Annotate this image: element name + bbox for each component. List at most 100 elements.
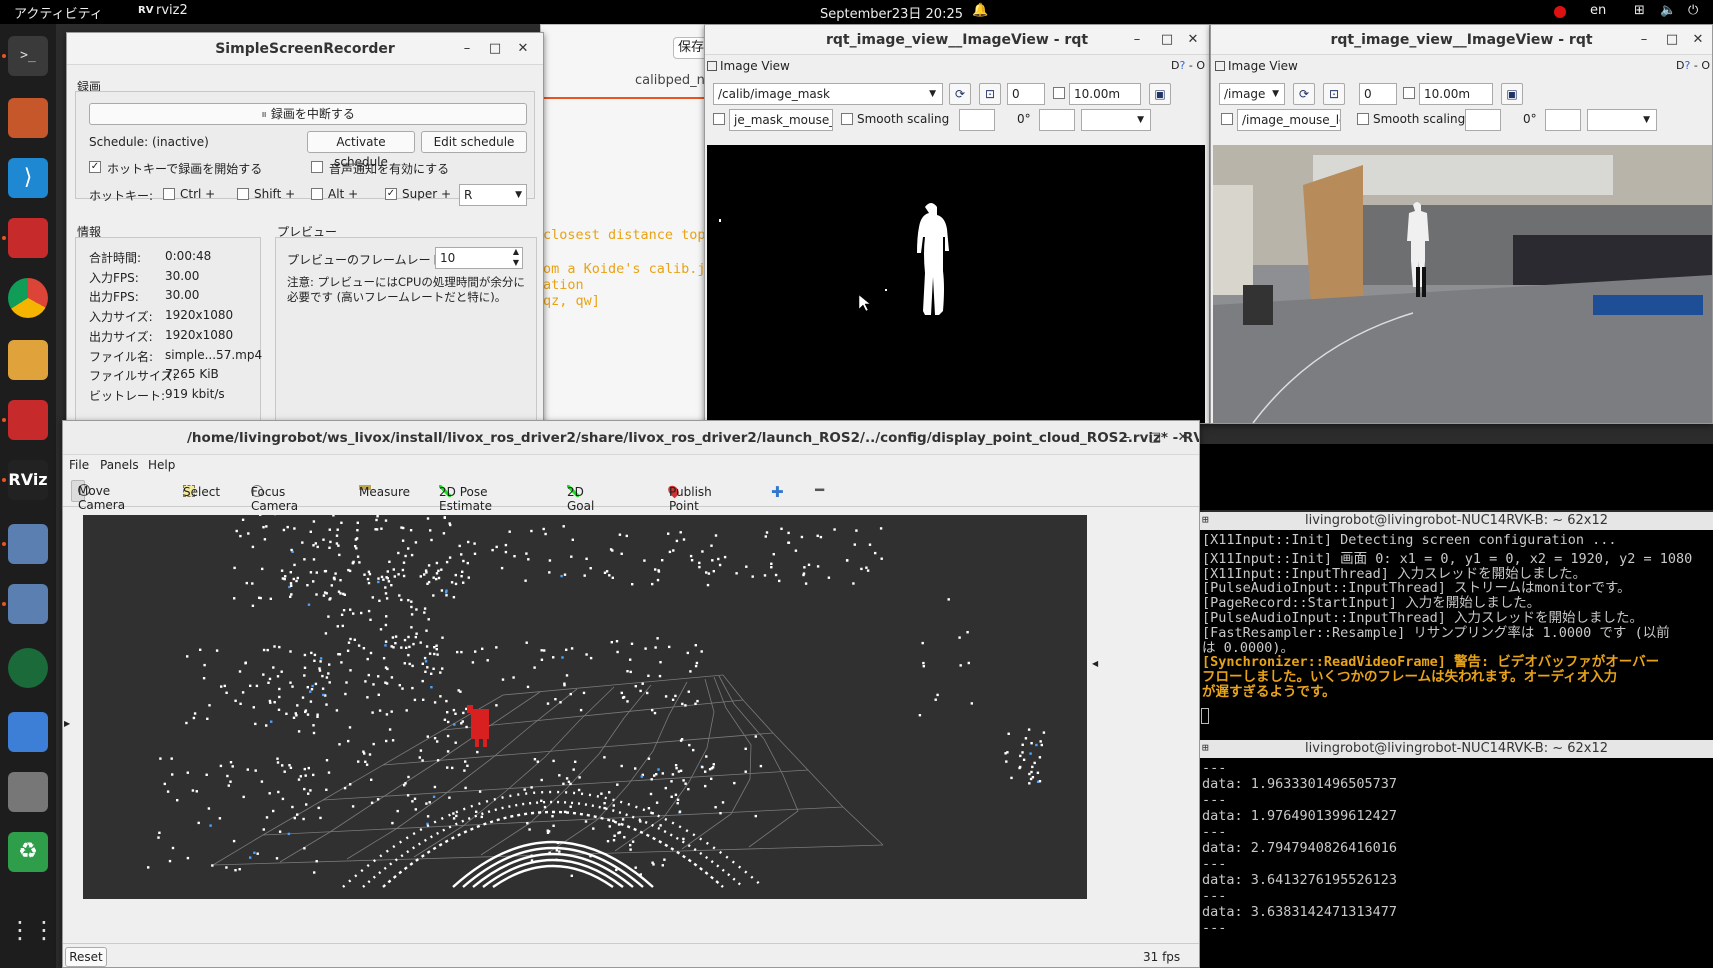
move-camera-tool[interactable]: Move Camera bbox=[71, 480, 125, 512]
right-dock-handle[interactable]: ◀ bbox=[1091, 509, 1101, 949]
rqt2-mouse-checkbox[interactable] bbox=[1221, 113, 1233, 125]
mask-image[interactable] bbox=[707, 145, 1205, 423]
rqt2-topic-select[interactable]: /image ▼ bbox=[1219, 83, 1285, 105]
rqt2-help-icons[interactable]: D? - O bbox=[1676, 59, 1710, 72]
text-editor-icon[interactable] bbox=[8, 712, 48, 752]
preview-fps-input[interactable]: 10 ▲ ▼ bbox=[435, 247, 523, 269]
files-icon[interactable] bbox=[8, 98, 48, 138]
rqt1-topic-select[interactable]: /calib/image_mask ▼ bbox=[713, 83, 943, 105]
terminator-icon-2[interactable] bbox=[8, 400, 48, 440]
rqt1-help-icons[interactable]: D? - O bbox=[1171, 59, 1205, 72]
rqt2-rotate-left-button[interactable] bbox=[1465, 109, 1501, 131]
terminal-tab-icon[interactable]: ⊞ bbox=[1202, 513, 1209, 526]
minimize-icon[interactable]: – bbox=[1632, 25, 1656, 55]
rviz-icon[interactable]: RViz bbox=[8, 460, 48, 500]
remove-tool-icon[interactable]: ━ bbox=[815, 481, 824, 499]
point-cloud-points bbox=[147, 515, 1046, 877]
rqt1-mouse-topic-input[interactable]: je_mask_mouse_left bbox=[729, 109, 833, 131]
ctrl-checkbox[interactable] bbox=[163, 188, 175, 200]
close-icon[interactable]: ✕ bbox=[511, 33, 535, 65]
app-grid-icon[interactable]: ⋮⋮ bbox=[8, 910, 56, 950]
image-viewer-icon[interactable] bbox=[8, 524, 48, 564]
person-silhouette-image bbox=[719, 203, 949, 315]
minimize-icon[interactable]: – bbox=[455, 33, 479, 65]
terminal-window-2[interactable]: livingrobot@livingrobot-NUC14RVK-B: ~ 62… bbox=[1200, 740, 1713, 968]
network-icon[interactable]: ⊞ bbox=[1634, 3, 1645, 18]
pause-recording-button[interactable]: ⏸ 録画を中断する bbox=[89, 103, 527, 125]
record-indicator-icon[interactable] bbox=[1554, 6, 1566, 18]
refresh-icon[interactable]: ⟳ bbox=[949, 83, 971, 105]
super-checkbox[interactable]: ✓ bbox=[385, 188, 397, 200]
rqt2-range-checkbox[interactable] bbox=[1403, 87, 1415, 99]
left-dock-handle[interactable]: ▶ bbox=[63, 509, 73, 949]
rqt2-number-input[interactable]: 0 bbox=[1359, 83, 1397, 105]
rqt2-titlebar: rqt_image_view__ImageView - rqt – □ ✕ bbox=[1211, 25, 1712, 55]
rqt2-rotate-right-button[interactable] bbox=[1545, 109, 1581, 131]
minimize-icon[interactable]: – bbox=[1125, 25, 1149, 55]
hotkey-enable-checkbox[interactable]: ✓ bbox=[89, 161, 101, 173]
terminal-window-behind[interactable] bbox=[1200, 444, 1713, 510]
language-indicator[interactable]: en bbox=[1590, 3, 1606, 18]
vscode-icon[interactable]: ⟩ bbox=[8, 158, 48, 198]
maximize-icon[interactable]: □ bbox=[483, 33, 507, 65]
alt-checkbox[interactable] bbox=[311, 188, 323, 200]
zoom-icon[interactable]: ⊡ bbox=[979, 83, 1001, 105]
editor-tab[interactable]: calibped_nc bbox=[635, 73, 712, 88]
power-icon[interactable]: ⏻ bbox=[1688, 3, 1698, 18]
rqt2-color-select[interactable]: ▼ bbox=[1587, 109, 1657, 131]
key-select[interactable]: R ▼ bbox=[459, 184, 527, 206]
chrome-icon[interactable] bbox=[8, 278, 48, 318]
minimize-icon[interactable]: – bbox=[1115, 421, 1139, 455]
rqt1-rotate-right-button[interactable] bbox=[1039, 109, 1075, 131]
zoom-icon[interactable]: ⊡ bbox=[1323, 83, 1345, 105]
editor-code-line: om a Koide's calib.j bbox=[543, 261, 706, 277]
edit-schedule-button[interactable]: Edit schedule bbox=[421, 131, 527, 153]
trash-icon[interactable]: ♻ bbox=[8, 832, 48, 872]
terminator-icon[interactable] bbox=[8, 218, 48, 258]
terminal-icon[interactable]: >_ bbox=[8, 36, 48, 76]
rqt2-smooth-checkbox[interactable] bbox=[1357, 113, 1369, 125]
camera-image[interactable] bbox=[1213, 145, 1712, 423]
usb-drive-icon[interactable] bbox=[8, 772, 48, 812]
menu-panels[interactable]: Panels bbox=[100, 458, 139, 472]
reset-button[interactable]: Reset bbox=[65, 947, 107, 967]
activate-schedule-button[interactable]: Activate schedule bbox=[307, 131, 415, 169]
rqt1-number-input[interactable]: 0 bbox=[1007, 83, 1045, 105]
save-image-icon[interactable]: ▣ bbox=[1501, 83, 1523, 105]
menu-help[interactable]: Help bbox=[148, 458, 175, 472]
terminal-window-1[interactable]: livingrobot@livingrobot-NUC14RVK-B: ~ 62… bbox=[1200, 512, 1713, 740]
menu-file[interactable]: File bbox=[69, 458, 89, 472]
volume-icon[interactable]: 🔈 bbox=[1660, 3, 1676, 18]
maximize-icon[interactable]: □ bbox=[1155, 25, 1179, 55]
clock[interactable]: September23日 20:25 bbox=[820, 3, 963, 22]
info-value: 30.00 bbox=[165, 288, 200, 303]
software-icon[interactable] bbox=[8, 340, 48, 380]
rqt1-smooth-checkbox[interactable] bbox=[841, 113, 853, 125]
rviz-app-icon: RV bbox=[138, 5, 154, 16]
refresh-icon[interactable]: ⟳ bbox=[1293, 83, 1315, 105]
rqt2-range-input[interactable]: 10.00m bbox=[1419, 83, 1493, 105]
app-menu[interactable]: rviz2 bbox=[156, 3, 188, 18]
rqt1-rotation: 0° bbox=[1017, 112, 1031, 126]
rqt1-range-input[interactable]: 10.00m bbox=[1069, 83, 1141, 105]
close-icon[interactable]: ✕ bbox=[1181, 25, 1205, 55]
status-bar: Reset 31 fps bbox=[63, 943, 1199, 967]
rqt1-rotate-left-button[interactable] bbox=[959, 109, 995, 131]
save-image-icon[interactable]: ▣ bbox=[1149, 83, 1171, 105]
close-icon[interactable]: ✕ bbox=[1686, 25, 1710, 55]
rqt1-color-select[interactable]: ▼ bbox=[1081, 109, 1151, 131]
sound-notify-checkbox[interactable] bbox=[311, 161, 323, 173]
image-viewer-icon-2[interactable] bbox=[8, 584, 48, 624]
maximize-icon[interactable]: □ bbox=[1660, 25, 1684, 55]
close-icon[interactable]: ✕ bbox=[1171, 421, 1195, 455]
terminal-tab-icon[interactable]: ⊞ bbox=[1202, 741, 1209, 754]
camera-icon[interactable] bbox=[8, 648, 48, 688]
activities-button[interactable]: アクティビティ bbox=[14, 3, 103, 22]
add-tool-icon[interactable]: ✚ bbox=[771, 483, 784, 501]
rqt2-mouse-topic-input[interactable]: /image_mouse_left bbox=[1237, 109, 1341, 131]
rqt1-range-checkbox[interactable] bbox=[1053, 87, 1065, 99]
shift-checkbox[interactable] bbox=[237, 188, 249, 200]
3d-viewport[interactable] bbox=[83, 515, 1087, 899]
maximize-icon[interactable]: □ bbox=[1143, 421, 1167, 455]
rqt1-mouse-checkbox[interactable] bbox=[713, 113, 725, 125]
